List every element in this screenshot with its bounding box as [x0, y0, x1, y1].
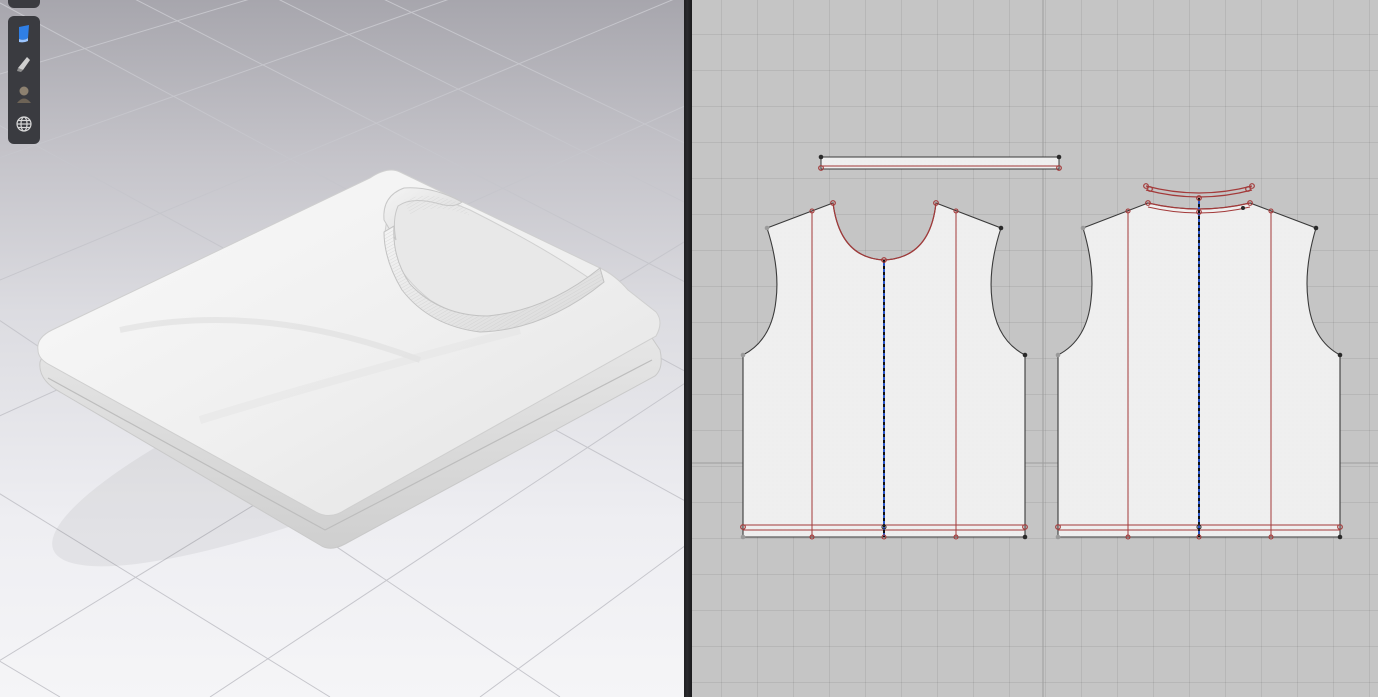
back-body-panel[interactable]: [1055, 183, 1343, 540]
3d-viewport[interactable]: [0, 0, 684, 697]
front-body-panel[interactable]: [740, 200, 1028, 540]
avatar-visibility-icon[interactable]: [11, 80, 37, 108]
view-splitter[interactable]: [684, 0, 692, 697]
toolbar-top-cap: [8, 0, 40, 8]
garment-display-icon[interactable]: [11, 50, 37, 78]
3d-view-toolbar: [8, 16, 40, 144]
3d-scene: [0, 0, 684, 697]
environment-globe-icon[interactable]: [11, 110, 37, 138]
neck-binding-strip[interactable]: [818, 154, 1062, 171]
2d-pattern-window[interactable]: [692, 0, 1378, 697]
avatar-display-icon[interactable]: [11, 20, 37, 48]
